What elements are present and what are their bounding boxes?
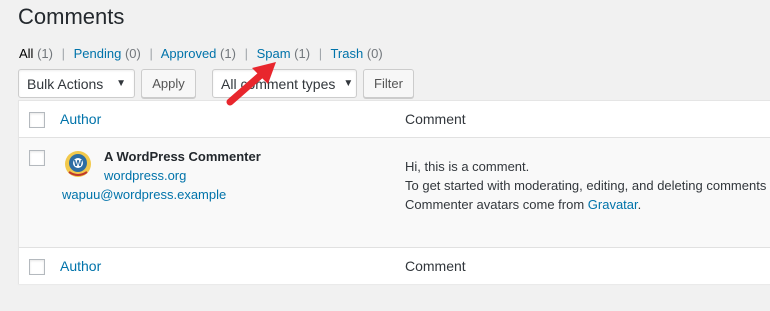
table-row: W A WordPress Commenter wordpress.org wa… — [19, 138, 770, 247]
author-url-link[interactable]: wordpress.org — [104, 168, 186, 183]
chevron-down-icon: ▼ — [343, 78, 354, 89]
select-all-checkbox-footer[interactable] — [29, 259, 45, 275]
filter-button-label: Filter — [374, 76, 403, 91]
filter-separator: | — [149, 46, 153, 61]
filter-trash-label: Trash — [330, 46, 364, 61]
filter-separator: | — [318, 46, 323, 61]
table-footer: Author Comment — [19, 247, 770, 284]
filter-all-label: All — [19, 46, 34, 61]
apply-button[interactable]: Apply — [141, 69, 196, 98]
comment-body: Hi, this is a comment. To get started wi… — [405, 157, 766, 214]
bulk-actions-value: Bulk Actions — [27, 75, 104, 92]
comment-status-filters: All (1) | Pending (0) | Approved (1) | S… — [19, 46, 383, 61]
bulk-actions-select[interactable]: Bulk Actions ▼ — [18, 69, 135, 98]
filter-all-count: (1) — [37, 46, 53, 61]
table-header: Author Comment — [19, 101, 770, 138]
comment-line: Hi, this is a comment. — [405, 159, 530, 174]
red-arrow-annotation-icon — [226, 62, 276, 106]
filter-pending-label: Pending — [73, 46, 122, 61]
comment-line: Commenter avatars come from Gravatar. — [405, 195, 766, 214]
svg-text:W: W — [74, 159, 83, 168]
wapuu-avatar-icon: W — [65, 151, 91, 177]
filter-trash[interactable]: Trash (0) — [330, 46, 382, 61]
apply-button-label: Apply — [152, 76, 185, 91]
comment-line: To get started with moderating, editing,… — [405, 178, 767, 193]
filter-all[interactable]: All (1) — [19, 46, 57, 61]
select-all-checkbox[interactable] — [29, 112, 45, 128]
column-author-sort-link-footer[interactable]: Author — [60, 258, 101, 274]
filter-button[interactable]: Filter — [363, 69, 414, 98]
author-name: A WordPress Commenter — [104, 149, 261, 164]
filter-approved-label: Approved — [160, 46, 217, 61]
filter-pending-count: (0) — [124, 46, 141, 61]
row-checkbox[interactable] — [29, 150, 45, 166]
column-comment-header: Comment — [405, 111, 466, 127]
column-comment-footer: Comment — [405, 258, 466, 274]
gravatar-link[interactable]: Gravatar — [588, 197, 638, 212]
filter-separator: | — [61, 46, 65, 61]
filter-trash-count: (0) — [366, 46, 383, 61]
filter-pending[interactable]: Pending (0) — [74, 46, 145, 61]
author-email-link[interactable]: wapuu@wordpress.example — [62, 187, 226, 202]
filter-spam-count: (1) — [294, 46, 311, 61]
column-author-sort-link[interactable]: Author — [60, 111, 101, 127]
chevron-down-icon: ▼ — [116, 78, 126, 89]
comment-line-text: Commenter avatars come from — [405, 197, 588, 212]
comments-table: Author Comment W A WordPress Commenter w… — [18, 100, 770, 284]
comment-line-text: . — [637, 197, 642, 212]
page-title: Comments — [18, 4, 125, 29]
